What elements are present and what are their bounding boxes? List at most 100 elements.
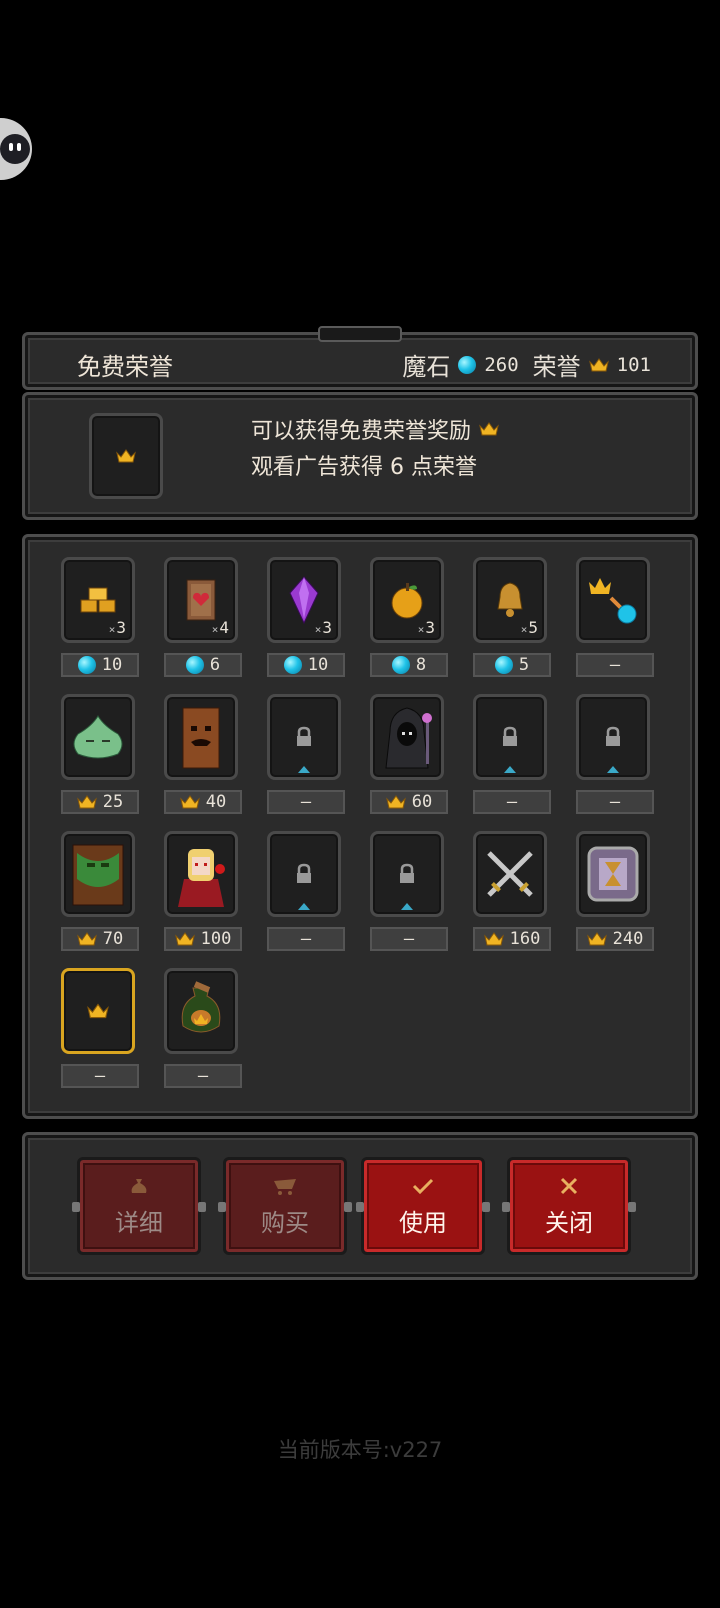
shop-item[interactable]: ×4 6 [164, 557, 242, 677]
item-slot[interactable]: ×5 [473, 557, 547, 643]
shop-item[interactable]: ×5 5 [473, 557, 551, 677]
shop-item[interactable]: 40 [164, 694, 242, 814]
close-button[interactable]: 关闭 [502, 1157, 636, 1255]
item-price-value: — [403, 929, 415, 949]
locked-slot[interactable] [267, 831, 341, 917]
gold-bars-icon [75, 580, 121, 620]
item-slot[interactable] [61, 831, 135, 917]
shop-item[interactable]: — [576, 694, 654, 814]
item-price: 25 [61, 790, 139, 814]
item-slot[interactable]: ×3 [267, 557, 341, 643]
lock-icon [603, 726, 623, 748]
gem-icon [458, 355, 477, 374]
unlock-hint-icon [298, 903, 310, 910]
shop-item[interactable]: — [164, 968, 242, 1088]
honor-bag-icon [173, 980, 229, 1042]
item-slot[interactable]: ×3 [61, 557, 135, 643]
item-quantity: ×3 [108, 618, 126, 637]
item-price-value: 40 [205, 792, 227, 812]
heart-scroll-icon [179, 576, 223, 624]
detail-button[interactable]: 详细 [72, 1157, 206, 1255]
shop-item[interactable]: — [61, 968, 139, 1088]
hooded-reaper-icon [376, 702, 438, 772]
shop-item[interactable]: — [267, 831, 345, 951]
lock-icon [397, 863, 417, 885]
item-price: — [267, 927, 345, 951]
item-price: — [473, 790, 551, 814]
shop-item[interactable]: 100 [164, 831, 242, 951]
item-price: — [370, 927, 448, 951]
item-slot[interactable] [164, 694, 238, 780]
item-slot[interactable] [576, 557, 650, 643]
shop-item[interactable]: 25 [61, 694, 139, 814]
shop-item[interactable]: ×3 10 [267, 557, 345, 677]
use-button[interactable]: 使用 [356, 1157, 490, 1255]
item-price: 6 [164, 653, 242, 677]
crown-icon [586, 931, 607, 947]
unlock-hint-icon [607, 766, 619, 773]
unlock-hint-icon [401, 903, 413, 910]
honor-label: 荣誉 [532, 353, 581, 381]
shop-item[interactable]: ×3 10 [61, 557, 139, 677]
buy-button[interactable]: 购买 [218, 1157, 352, 1255]
locked-slot[interactable] [370, 831, 444, 917]
item-price-value: — [609, 655, 621, 675]
crown-icon [87, 1002, 109, 1020]
item-price: 70 [61, 927, 139, 951]
item-price: 100 [164, 927, 242, 951]
shop-item[interactable]: — [267, 694, 345, 814]
floating-assistant-bubble[interactable] [0, 118, 32, 180]
reward-preview-slot [89, 413, 163, 499]
crown-icon [76, 794, 97, 810]
item-price: 240 [576, 927, 654, 951]
item-slot[interactable] [370, 694, 444, 780]
item-slot[interactable] [61, 968, 135, 1054]
check-icon [412, 1178, 434, 1194]
item-price-value: 10 [101, 655, 123, 675]
item-price: 40 [164, 790, 242, 814]
locked-slot[interactable] [576, 694, 650, 780]
info-line-1: 可以获得免费荣誉奖励 [251, 413, 499, 445]
locked-slot[interactable] [267, 694, 341, 780]
crown-icon [116, 448, 136, 464]
gem-icon [391, 656, 410, 674]
item-slot[interactable] [61, 694, 135, 780]
shop-item[interactable]: ×3 8 [370, 557, 448, 677]
shop-item[interactable]: 240 [576, 831, 654, 951]
shop-item[interactable]: — [576, 557, 654, 677]
shop-item[interactable]: — [370, 831, 448, 951]
shop-item[interactable]: 70 [61, 831, 139, 951]
item-price-value: 10 [307, 655, 329, 675]
item-slot[interactable]: ×4 [164, 557, 238, 643]
shop-item[interactable]: 160 [473, 831, 551, 951]
lock-icon [294, 863, 314, 885]
action-bar: 详细 购买 使用 关闭 [22, 1132, 698, 1280]
lock-icon [500, 726, 520, 748]
item-slot[interactable] [473, 831, 547, 917]
item-slot[interactable] [164, 968, 238, 1054]
unlock-hint-icon [504, 766, 516, 773]
info-line-2: 观看广告获得 6 点荣誉 [251, 455, 477, 480]
locked-slot[interactable] [473, 694, 547, 780]
resource-bar: 魔石 260 荣誉 101 [402, 347, 657, 382]
item-price-value: — [300, 792, 312, 812]
unlock-hint-icon [298, 766, 310, 773]
header-ornament [318, 326, 402, 342]
item-price-value: 70 [102, 929, 124, 949]
crown-icon [483, 931, 504, 947]
item-price: 10 [267, 653, 345, 677]
header-panel: 免费荣誉 魔石 260 荣誉 101 [22, 326, 698, 390]
item-price: 10 [61, 653, 139, 677]
item-price-value: 5 [518, 655, 530, 675]
item-price-value: 6 [209, 655, 221, 675]
gem-icon [185, 656, 204, 674]
tree-monster-icon [171, 702, 231, 772]
item-slot[interactable]: ×3 [370, 557, 444, 643]
item-quantity: ×3 [314, 618, 332, 637]
cart-icon [274, 1178, 296, 1195]
hourglass-frame-icon [583, 842, 643, 906]
item-slot[interactable] [164, 831, 238, 917]
shop-item[interactable]: 60 [370, 694, 448, 814]
shop-item[interactable]: — [473, 694, 551, 814]
item-slot[interactable] [576, 831, 650, 917]
